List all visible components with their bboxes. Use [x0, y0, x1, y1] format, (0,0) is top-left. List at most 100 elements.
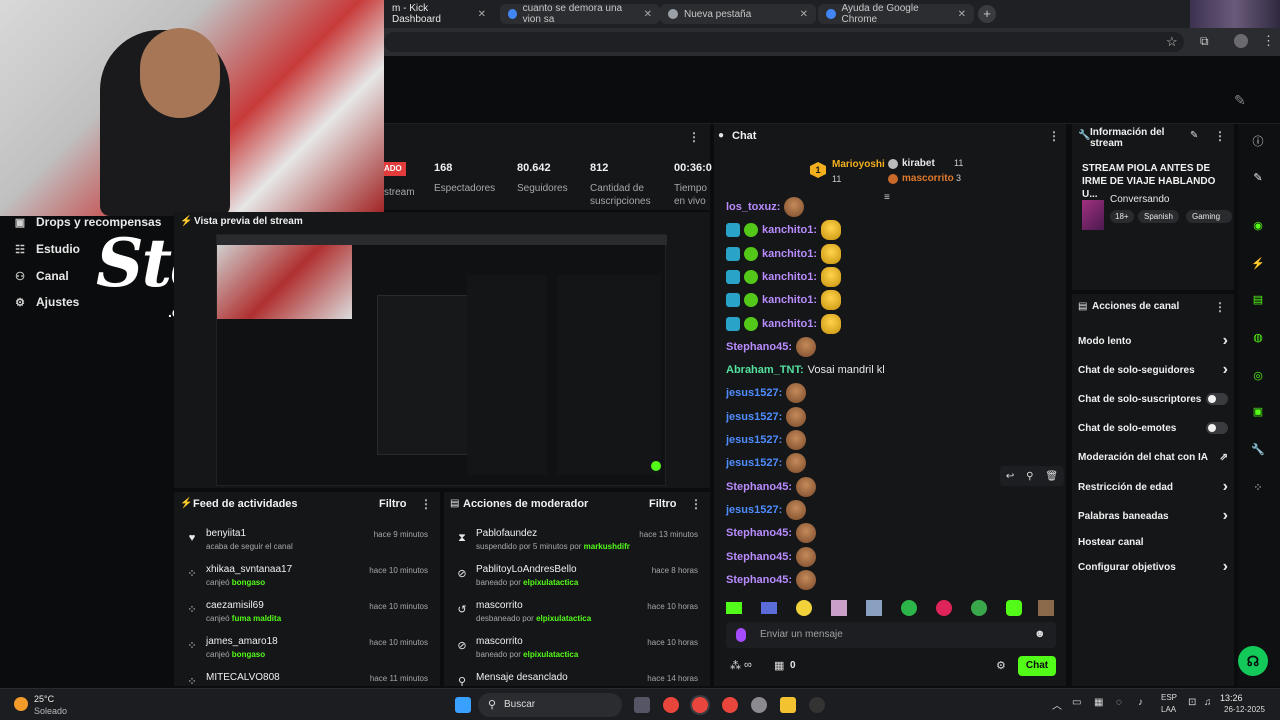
chat-username[interactable]: kanchito1:: [762, 294, 817, 306]
toggle-switch[interactable]: [1206, 422, 1228, 434]
volume-icon[interactable]: ♫: [1204, 697, 1212, 708]
send-chat-button[interactable]: Chat: [1018, 656, 1056, 676]
feed-user[interactable]: benyiita1: [206, 528, 246, 539]
gifter-name[interactable]: mascorrito: [902, 173, 954, 184]
tray-icon[interactable]: ▦: [1094, 697, 1103, 708]
windows-start-icon[interactable]: [455, 697, 471, 713]
extensions-icon[interactable]: ⧉: [1200, 34, 1209, 49]
emote-icon[interactable]: [831, 600, 847, 616]
taskbar-search[interactable]: ⚲ Buscar: [478, 693, 622, 717]
support-button[interactable]: ☊: [1238, 646, 1268, 676]
chat-message[interactable]: Stephano45:: [726, 336, 817, 357]
bookmark-star-icon[interactable]: ☆: [1166, 34, 1178, 50]
expand-icon[interactable]: ≡: [884, 192, 890, 203]
mod-target-user[interactable]: PablitoyLoAndresBello: [476, 564, 577, 575]
stream-preview-video[interactable]: [216, 234, 667, 486]
channel-action-item[interactable]: Chat de solo-suscriptores: [1078, 389, 1228, 409]
lightning-icon[interactable]: ⚡: [1250, 256, 1266, 272]
chat-message[interactable]: jesus1527:: [726, 383, 807, 404]
pin-icon[interactable]: ⚲: [1026, 471, 1033, 482]
url-field[interactable]: [384, 32, 1184, 52]
emoji-icon[interactable]: ☻: [1034, 628, 1046, 640]
mic-icon[interactable]: [736, 628, 746, 642]
channel-action-item[interactable]: Palabras baneadas ›: [1078, 506, 1228, 526]
emote-icon[interactable]: [971, 600, 987, 616]
menu-icon[interactable]: ⋮: [1262, 33, 1275, 49]
chat-message[interactable]: jesus1527:: [726, 406, 807, 427]
more-options-icon[interactable]: ⋮: [1048, 129, 1060, 143]
channel-action-item[interactable]: Hostear canal: [1078, 532, 1228, 552]
chat-message[interactable]: kanchito1:: [726, 266, 842, 287]
chat-input[interactable]: Enviar un mensaje ☻: [726, 622, 1056, 648]
chat-username[interactable]: jesus1527:: [726, 411, 782, 423]
chat-username[interactable]: jesus1527:: [726, 434, 782, 446]
chat-bubble-icon[interactable]: ◍: [1250, 330, 1266, 346]
close-icon[interactable]: ✕: [800, 9, 808, 20]
gifter-name[interactable]: kirabet: [902, 158, 935, 169]
sidebar-item-canal[interactable]: ⚇ Canal: [14, 269, 69, 283]
emote-icon[interactable]: [761, 602, 777, 614]
chat-message[interactable]: kanchito1:: [726, 220, 842, 241]
chat-settings-icon[interactable]: ⚙: [996, 659, 1006, 672]
chat-username[interactable]: Stephano45:: [726, 341, 792, 353]
emote-icon[interactable]: [796, 600, 812, 616]
reply-icon[interactable]: ↩: [1006, 471, 1014, 482]
chat-message[interactable]: kanchito1:: [726, 313, 842, 334]
wrench-icon[interactable]: 🔧: [1250, 442, 1266, 458]
emote-icon[interactable]: [936, 600, 952, 616]
chat-username[interactable]: Abraham_TNT:: [726, 364, 804, 376]
more-options-icon[interactable]: ⋮: [420, 497, 432, 511]
tab-kick-dashboard[interactable]: m - Kick Dashboard ✕: [384, 3, 494, 25]
feed-user[interactable]: james_amaro18: [206, 636, 278, 647]
mod-target-user[interactable]: Pablofaundez: [476, 528, 537, 539]
chat-username[interactable]: kanchito1:: [762, 271, 817, 283]
chat-username[interactable]: kanchito1:: [762, 318, 817, 330]
channel-action-item[interactable]: Chat de solo-emotes: [1078, 418, 1228, 438]
emote-icon[interactable]: [1006, 600, 1022, 616]
toggle-switch[interactable]: [1206, 393, 1228, 405]
channel-action-item[interactable]: Chat de solo-seguidores ›: [1078, 360, 1228, 380]
feed-user[interactable]: MITECALVO808: [206, 672, 280, 683]
more-options-icon[interactable]: ⋮: [1214, 129, 1226, 143]
chat-message[interactable]: Stephano45:: [726, 569, 817, 590]
chat-username[interactable]: kanchito1:: [762, 224, 817, 236]
chat-username[interactable]: jesus1527:: [726, 504, 782, 516]
tray-icon[interactable]: ▭: [1072, 697, 1081, 708]
chrome-icon[interactable]: [722, 697, 738, 713]
chat-username[interactable]: Stephano45:: [726, 527, 792, 539]
points-icon[interactable]: ⁂: [730, 659, 741, 672]
activity-filter-button[interactable]: Filtro: [379, 498, 407, 510]
edit-icon[interactable]: ✎: [1250, 170, 1266, 186]
clock-time[interactable]: 13:26: [1220, 693, 1243, 703]
mod-target-user[interactable]: mascorrito: [476, 636, 523, 647]
close-icon[interactable]: ✕: [478, 9, 486, 20]
media-player-icon[interactable]: [809, 697, 825, 713]
folder-icon[interactable]: [780, 697, 796, 713]
chat-username[interactable]: los_toxuz:: [726, 201, 780, 213]
chat-message[interactable]: Stephano45:: [726, 476, 817, 497]
chrome-icon[interactable]: [663, 697, 679, 713]
account-icon[interactable]: ✎: [1234, 92, 1246, 109]
channel-action-item[interactable]: Moderación del chat con IA ⇗: [1078, 447, 1228, 467]
feed-user[interactable]: xhikaa_svntanaa17: [206, 564, 292, 575]
shop-icon[interactable]: ▦: [774, 659, 784, 672]
chat-message[interactable]: jesus1527:: [726, 499, 807, 520]
feed-user[interactable]: caezamisil69: [206, 600, 264, 611]
chat-message[interactable]: los_toxuz:: [726, 197, 805, 217]
chat-username[interactable]: kanchito1:: [762, 248, 817, 260]
tab-new[interactable]: Nueva pestaña ✕: [660, 4, 816, 24]
info-icon[interactable]: ⓘ: [1250, 134, 1266, 150]
close-icon[interactable]: ✕: [644, 9, 652, 20]
tab-chrome-help[interactable]: Ayuda de Google Chrome ✕: [818, 3, 974, 25]
mod-target-user[interactable]: mascorrito: [476, 600, 523, 611]
channel-action-item[interactable]: Restricción de edad ›: [1078, 477, 1228, 497]
more-options-icon[interactable]: ⋮: [688, 130, 700, 144]
sidebar-item-estudio[interactable]: ☷ Estudio: [14, 242, 80, 256]
chat-message[interactable]: jesus1527:: [726, 453, 807, 474]
chrome-icon[interactable]: [692, 697, 708, 713]
chat-message[interactable]: jesus1527:: [726, 430, 807, 450]
chat-username[interactable]: Stephano45:: [726, 481, 792, 493]
chat-message[interactable]: Stephano45:: [726, 546, 817, 567]
chat-message[interactable]: Abraham_TNT: Vosai mandril kl: [726, 360, 885, 380]
obs-icon[interactable]: [751, 697, 767, 713]
